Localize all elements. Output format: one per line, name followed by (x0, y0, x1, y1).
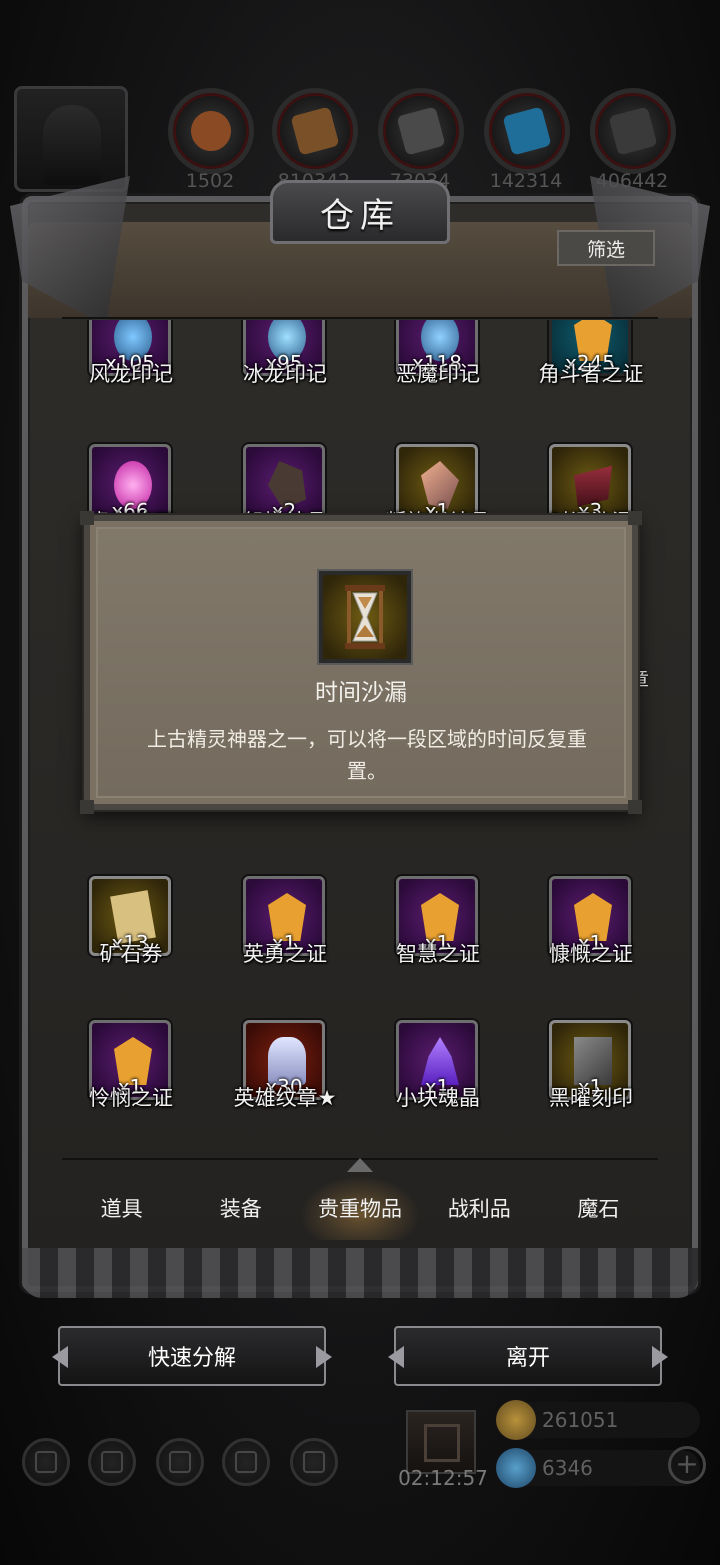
item-name: 智慧之证 (396, 942, 480, 966)
hourglass-icon (319, 571, 411, 663)
item-cell[interactable]: x30 英雄纹章★ (208, 1020, 362, 1130)
item-name: 角斗者之证 (538, 362, 644, 386)
chest-timer: 02:12:57 (398, 1466, 488, 1490)
add-currency-button[interactable]: + (668, 1446, 706, 1484)
item-cell[interactable]: x1 黑曜刻印 (514, 1020, 658, 1130)
item-cell[interactable]: x1 小块魂晶 (361, 1020, 515, 1130)
tooltip-title: 时间沙漏 (315, 680, 407, 706)
castle-icon[interactable] (156, 1438, 204, 1486)
item-name: 冰龙印记 (243, 362, 327, 386)
page-title: 仓库 (270, 180, 450, 244)
item-cell[interactable]: x118 恶魔印记 (361, 320, 515, 406)
mail-icon[interactable] (222, 1438, 270, 1486)
gem-icon (496, 1448, 536, 1488)
resource-value: 142314 (489, 170, 563, 192)
avatar[interactable] (14, 86, 128, 192)
resource-stone-icon[interactable] (590, 88, 676, 174)
gold-value: 261051 (542, 1408, 619, 1432)
item-cell[interactable]: x245 角斗者之证 (514, 320, 658, 406)
gold-counter: 261051 (496, 1400, 700, 1440)
item-cell[interactable]: x1 智慧之证 (361, 876, 515, 986)
gem-value: 6346 (542, 1456, 593, 1480)
leave-button[interactable]: 离开 (394, 1326, 662, 1386)
item-name: 怜悯之证 (89, 1086, 173, 1110)
hooded-figure-icon (43, 105, 101, 185)
star-icon[interactable] (88, 1438, 136, 1486)
item-name: 慷慨之证 (549, 942, 633, 966)
item-name: 风龙印记 (89, 362, 173, 386)
tab-valuables[interactable]: 贵重物品 (300, 1176, 420, 1240)
resource-iron-icon[interactable] (378, 88, 464, 174)
category-tabs: 道具 装备 贵重物品 战利品 魔石 (62, 1176, 658, 1240)
item-cell[interactable]: x13 矿石券 (62, 876, 208, 986)
item-name: 小块魂晶 (396, 1086, 480, 1110)
item-cell[interactable]: x1 怜悯之证 (62, 1020, 208, 1130)
tooltip-description: 上古精灵神器之一，可以将一段区域的时间反复重置。 (147, 727, 587, 783)
tab-magic-stones[interactable]: 魔石 (539, 1176, 658, 1240)
item-cell[interactable]: x95 冰龙印记 (208, 320, 362, 406)
resource-crystal-icon[interactable] (484, 88, 570, 174)
settings-icon[interactable] (22, 1438, 70, 1486)
quick-decompose-button[interactable]: 快速分解 (58, 1326, 326, 1386)
resource-value: 1502 (185, 170, 235, 192)
item-name: 黑曜刻印 (549, 1086, 633, 1110)
gift-chest-icon[interactable] (406, 1410, 476, 1474)
item-name: 矿石券 (99, 942, 163, 966)
tab-items[interactable]: 道具 (62, 1176, 181, 1240)
filter-button[interactable]: 筛选 (557, 230, 655, 266)
resource-wood-icon[interactable] (272, 88, 358, 174)
divider (62, 317, 658, 319)
tab-loot[interactable]: 战利品 (420, 1176, 539, 1240)
item-cell[interactable]: x1 英勇之证 (208, 876, 362, 986)
tab-equipment[interactable]: 装备 (181, 1176, 300, 1240)
resource-ore-icon[interactable] (168, 88, 254, 174)
frame-ornament (22, 1248, 698, 1298)
item-tooltip: 时间沙漏 上古精灵神器之一，可以将一段区域的时间反复重置。 (80, 511, 642, 814)
item-name: 恶魔印记 (396, 362, 480, 386)
item-name: 英勇之证 (243, 942, 327, 966)
handshake-icon[interactable] (290, 1438, 338, 1486)
item-cell[interactable]: x105 风龙印记 (62, 320, 208, 406)
item-cell[interactable]: x1 慷慨之证 (514, 876, 658, 986)
item-name: 英雄纹章★ (233, 1086, 337, 1110)
gold-icon (496, 1400, 536, 1440)
